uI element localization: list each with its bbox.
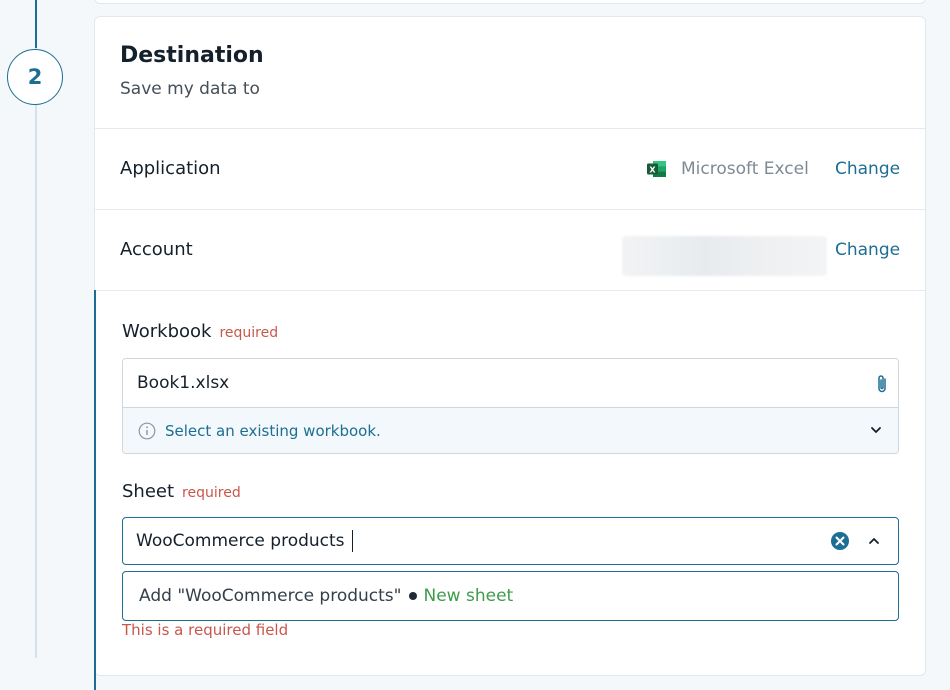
new-sheet-tag: New sheet bbox=[423, 586, 514, 606]
change-account-link[interactable]: Change bbox=[835, 240, 900, 260]
workbook-field: Select an existing workbook. bbox=[122, 358, 899, 454]
workbook-label: Workbook required bbox=[122, 321, 278, 342]
step-number-badge: 2 bbox=[7, 49, 63, 105]
sheet-field bbox=[122, 517, 899, 565]
add-new-sheet-option[interactable]: Add "WooCommerce products" New sheet bbox=[122, 571, 899, 621]
text-cursor bbox=[352, 530, 353, 552]
account-value-redacted bbox=[622, 236, 827, 276]
change-application-link[interactable]: Change bbox=[835, 159, 900, 179]
info-icon bbox=[138, 422, 156, 440]
workbook-required-tag: required bbox=[219, 325, 279, 341]
timeline-rail-active bbox=[35, 0, 37, 48]
paperclip-icon[interactable] bbox=[875, 373, 889, 395]
chevron-up-icon[interactable] bbox=[868, 535, 880, 547]
chevron-down-icon[interactable] bbox=[870, 424, 882, 436]
application-name: Microsoft Excel bbox=[681, 159, 809, 179]
sheet-label: Sheet required bbox=[122, 481, 241, 502]
account-label: Account bbox=[120, 239, 193, 260]
excel-icon: X bbox=[647, 161, 666, 177]
sheet-error-message: This is a required field bbox=[122, 621, 289, 639]
previous-step-card bbox=[94, 0, 926, 4]
bullet-dot bbox=[408, 592, 417, 600]
sheet-label-text: Sheet bbox=[122, 481, 175, 502]
workbook-input[interactable] bbox=[123, 359, 898, 408]
workbook-label-text: Workbook bbox=[122, 321, 212, 342]
application-value: X Microsoft Excel bbox=[647, 157, 809, 181]
option-label: Add "WooCommerce products" bbox=[139, 586, 402, 606]
divider bbox=[95, 209, 925, 210]
sheet-input[interactable] bbox=[123, 518, 813, 564]
workbook-hint-text: Select an existing workbook. bbox=[165, 422, 381, 440]
divider bbox=[95, 128, 925, 129]
svg-text:X: X bbox=[649, 165, 656, 174]
application-label: Application bbox=[120, 158, 221, 179]
destination-subtitle: Save my data to bbox=[120, 79, 260, 99]
destination-title: Destination bbox=[120, 43, 264, 68]
clear-icon[interactable] bbox=[830, 531, 850, 551]
active-section-indicator bbox=[94, 290, 96, 690]
sheet-required-tag: required bbox=[182, 485, 241, 501]
destination-card: Destination Save my data to Application … bbox=[94, 16, 926, 690]
divider bbox=[95, 290, 925, 291]
workbook-hint-row[interactable]: Select an existing workbook. bbox=[123, 408, 898, 453]
